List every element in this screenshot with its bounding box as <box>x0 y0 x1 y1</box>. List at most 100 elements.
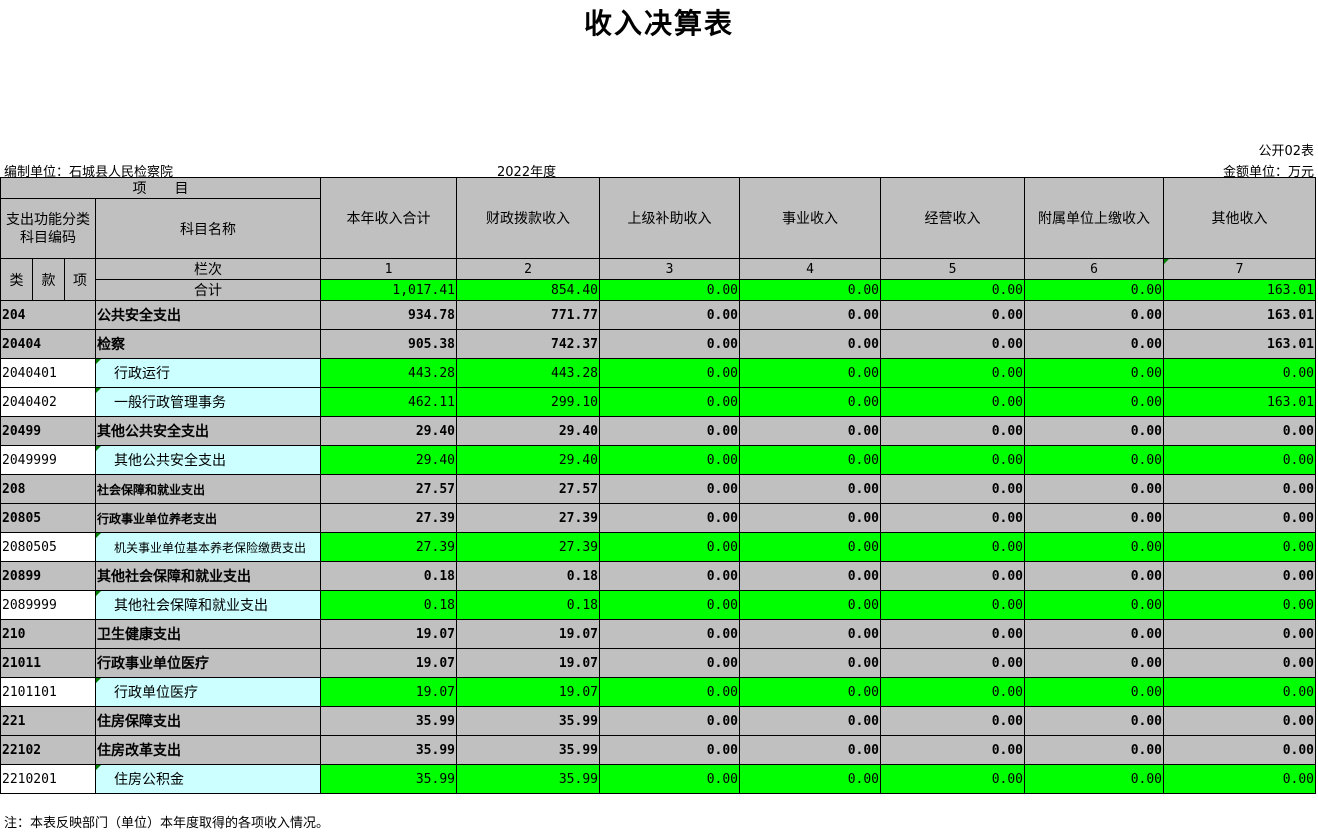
header-kuan: 款 <box>32 258 65 301</box>
row-code: 2040402 <box>0 387 96 417</box>
table-row: 210 卫生健康支出 19.07 19.07 0.00 0.00 0.00 0.00 0.00 <box>0 619 1316 649</box>
row-value: 0.00 <box>1163 735 1316 765</box>
header-name: 科目名称 <box>95 198 321 259</box>
row-value: 27.57 <box>456 474 600 504</box>
header-col-2: 财政拨款收入 <box>456 177 600 259</box>
col-num: 4 <box>739 258 881 280</box>
row-value: 0.00 <box>1163 532 1316 562</box>
row-value: 27.39 <box>320 503 457 533</box>
row-value: 0.00 <box>1163 706 1316 736</box>
row-value: 0.00 <box>1024 474 1164 504</box>
col-num: 6 <box>1024 258 1164 280</box>
row-name: 住房公积金 <box>95 764 321 794</box>
row-value: 0.00 <box>599 358 740 388</box>
row-value: 0.18 <box>320 561 457 591</box>
row-value: 0.00 <box>599 416 740 446</box>
row-value: 0.00 <box>880 474 1025 504</box>
table-row: 2210201 住房公积金 35.99 35.99 0.00 0.00 0.00 0.00 0.… <box>0 764 1316 794</box>
table-row: 2080505 机关事业单位基本养老保险缴费支出 27.39 27.39 0.00 0.0… <box>0 532 1316 562</box>
row-value: 0.00 <box>599 474 740 504</box>
row-value: 443.28 <box>456 358 600 388</box>
row-name: 一般行政管理事务 <box>95 387 321 417</box>
row-code: 208 <box>0 474 96 504</box>
row-value: 0.00 <box>1163 764 1316 794</box>
row-value: 27.39 <box>320 532 457 562</box>
row-value: 299.10 <box>456 387 600 417</box>
row-value: 35.99 <box>320 764 457 794</box>
row-value: 29.40 <box>320 445 457 475</box>
row-value: 0.00 <box>599 590 740 620</box>
row-value: 462.11 <box>320 387 457 417</box>
header-lei: 类 <box>0 258 33 301</box>
row-value: 0.00 <box>1163 474 1316 504</box>
row-value: 19.07 <box>320 648 457 678</box>
row-value: 163.01 <box>1163 387 1316 417</box>
row-value: 0.00 <box>1163 445 1316 475</box>
table-row: 2101101 行政单位医疗 19.07 19.07 0.00 0.00 0.00 0.00 0… <box>0 677 1316 707</box>
row-value: 27.57 <box>320 474 457 504</box>
row-value: 35.99 <box>320 706 457 736</box>
header-col-3: 上级补助收入 <box>599 177 740 259</box>
row-value: 0.00 <box>880 619 1025 649</box>
row-value: 0.00 <box>1163 648 1316 678</box>
row-value: 35.99 <box>320 735 457 765</box>
col-num: 3 <box>599 258 740 280</box>
row-value: 35.99 <box>456 706 600 736</box>
row-value: 29.40 <box>320 416 457 446</box>
row-value: 19.07 <box>456 619 600 649</box>
total-value: 1,017.41 <box>320 279 457 301</box>
row-name: 住房改革支出 <box>95 735 321 765</box>
row-value: 0.00 <box>1024 329 1164 359</box>
row-value: 29.40 <box>456 416 600 446</box>
row-value: 0.00 <box>1024 387 1164 417</box>
row-value: 0.00 <box>599 619 740 649</box>
row-value: 0.00 <box>739 561 881 591</box>
row-code: 2101101 <box>0 677 96 707</box>
row-value: 0.00 <box>1163 561 1316 591</box>
row-value: 742.37 <box>456 329 600 359</box>
row-name: 行政事业单位医疗 <box>95 648 321 678</box>
row-value: 0.00 <box>739 300 881 330</box>
row-name: 其他社会保障和就业支出 <box>95 561 321 591</box>
row-value: 0.00 <box>739 706 881 736</box>
table-row: 208 社会保障和就业支出 27.57 27.57 0.00 0.00 0.00 0.00 0.… <box>0 474 1316 504</box>
row-value: 27.39 <box>456 503 600 533</box>
row-value: 443.28 <box>320 358 457 388</box>
header-xiang: 项 <box>64 258 96 301</box>
row-value: 0.00 <box>880 590 1025 620</box>
row-value: 19.07 <box>456 677 600 707</box>
row-value: 0.00 <box>739 619 881 649</box>
row-value: 0.00 <box>1024 445 1164 475</box>
row-value: 0.00 <box>599 445 740 475</box>
table-row: 22102 住房改革支出 35.99 35.99 0.00 0.00 0.00 0.00 0.0… <box>0 735 1316 765</box>
row-code: 20404 <box>0 329 96 359</box>
row-value: 0.00 <box>739 764 881 794</box>
table-row: 2040402 一般行政管理事务 462.11 299.10 0.00 0.00 0.00 0… <box>0 387 1316 417</box>
row-name: 其他公共安全支出 <box>95 445 321 475</box>
total-value: 0.00 <box>1024 279 1164 301</box>
row-value: 0.00 <box>1024 358 1164 388</box>
header-item: 项 目 <box>0 177 321 199</box>
row-value: 905.38 <box>320 329 457 359</box>
row-value: 0.00 <box>1024 503 1164 533</box>
row-code: 21011 <box>0 648 96 678</box>
row-value: 0.00 <box>1024 619 1164 649</box>
table-row: 20805 行政事业单位养老支出 27.39 27.39 0.00 0.00 0.00 0.0… <box>0 503 1316 533</box>
row-value: 0.00 <box>739 677 881 707</box>
row-name: 其他公共安全支出 <box>95 416 321 446</box>
col-num: 1 <box>320 258 457 280</box>
header-col-4: 事业收入 <box>739 177 881 259</box>
page-title: 收入决算表 <box>583 7 734 40</box>
row-value: 0.00 <box>739 648 881 678</box>
row-value: 19.07 <box>456 648 600 678</box>
row-name: 行政事业单位养老支出 <box>95 503 321 533</box>
row-value: 0.18 <box>320 590 457 620</box>
row-value: 0.00 <box>1163 619 1316 649</box>
row-name: 其他社会保障和就业支出 <box>95 590 321 620</box>
row-value: 0.00 <box>599 387 740 417</box>
table-row: 20499 其他公共安全支出 29.40 29.40 0.00 0.00 0.00 0.00 0… <box>0 416 1316 446</box>
row-value: 0.00 <box>599 648 740 678</box>
col-num: 2 <box>456 258 600 280</box>
row-code: 2040401 <box>0 358 96 388</box>
row-value: 0.00 <box>599 329 740 359</box>
